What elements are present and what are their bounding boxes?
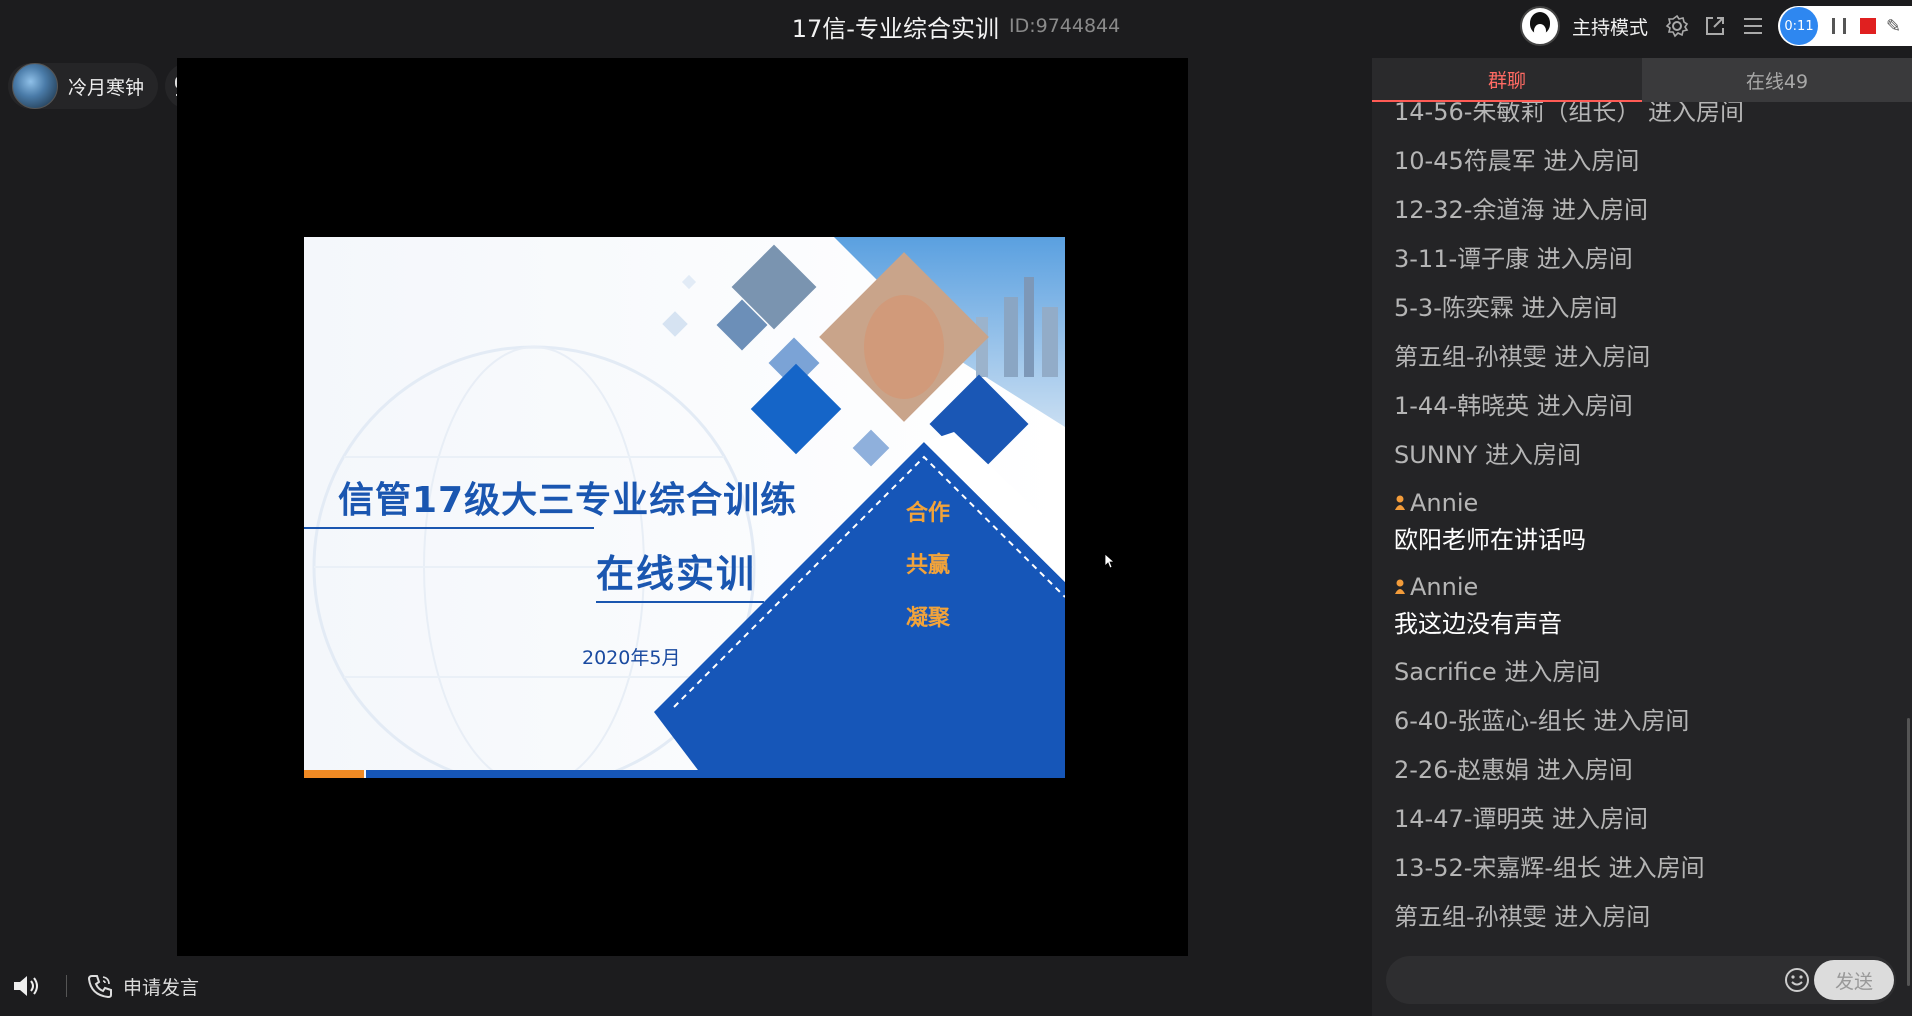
slide-title: 信管17级大三专业综合训练 xyxy=(338,480,798,521)
chat-sender: Annie xyxy=(1394,568,1744,606)
chat-message: 我这边没有声音 xyxy=(1394,610,1562,638)
tab-group-chat[interactable]: 群聊 xyxy=(1372,58,1642,102)
host-mode-label[interactable]: 主持模式 xyxy=(1572,13,1648,40)
title-underline xyxy=(304,527,594,529)
send-button[interactable]: 发送 xyxy=(1814,960,1894,1000)
scrollbar[interactable] xyxy=(1907,718,1910,986)
list-item: 5-3-陈奕霖 进入房间 xyxy=(1394,294,1618,322)
panel-tabs: 群聊 在线49 xyxy=(1372,58,1912,102)
record-timer: 0:11 xyxy=(1780,7,1818,45)
speaker-chip[interactable]: 冷月寒钟 xyxy=(8,63,159,109)
mouse-cursor-icon xyxy=(1105,554,1115,568)
divider xyxy=(66,975,67,997)
list-item: 14-47-谭明英 进入房间 xyxy=(1394,805,1649,833)
list-item: 2-26-赵惠娟 进入房间 xyxy=(1394,756,1633,784)
message-list[interactable]: 14-56-朱敏莉（组长） 进入房间 10-45符晨军 进入房间 12-32-余… xyxy=(1372,102,1912,982)
chat-input-row: 发送 xyxy=(1386,956,1896,1006)
chat-sender: Annie xyxy=(1394,484,1744,522)
subtitle-underline xyxy=(596,601,764,603)
recording-widget: 0:11 ✎ xyxy=(1778,6,1912,46)
volume-icon[interactable] xyxy=(12,972,42,1000)
chat-sender-name: Annie xyxy=(1410,573,1479,601)
top-right-controls: 主持模式 0:11 ✎ xyxy=(1519,0,1912,52)
user-badge-icon xyxy=(1395,579,1405,594)
list-item: 第五组-孙祺雯 进入房间 xyxy=(1394,343,1651,371)
list-item: 1-44-韩晓英 进入房间 xyxy=(1394,392,1633,420)
list-item: SUNNY 进入房间 xyxy=(1394,441,1581,469)
apply-speak-button[interactable]: 申请发言 xyxy=(123,973,199,1000)
list-item: 3-11-谭子康 进入房间 xyxy=(1394,245,1633,273)
presentation-slide: 信管17级大三专业综合训练 在线实训 2020年5月 合作 共赢 凝聚 xyxy=(304,237,1065,778)
room-title: 17信-专业综合实训 xyxy=(791,14,999,43)
list-item: 10-45符晨军 进入房间 xyxy=(1394,147,1640,175)
tab-online[interactable]: 在线49 xyxy=(1642,58,1912,102)
stop-icon[interactable] xyxy=(1860,18,1876,34)
settings-icon[interactable] xyxy=(1664,13,1690,39)
slide-keyword: 凝聚 xyxy=(906,606,951,631)
list-item: 13-52-宋嘉辉-组长 进入房间 xyxy=(1394,854,1705,882)
chat-sender-name: Annie xyxy=(1410,489,1479,517)
top-bar: 17信-专业综合实训 ID:9744844 主持模式 0:11 ✎ xyxy=(0,0,1912,52)
phone-icon[interactable] xyxy=(87,973,113,999)
slide-keyword: 合作 xyxy=(906,501,951,526)
user-badge-icon xyxy=(1395,495,1405,510)
avatar xyxy=(12,63,58,109)
emoji-icon[interactable] xyxy=(1784,967,1810,993)
pause-icon[interactable] xyxy=(1832,18,1846,34)
list-item: 12-32-余道海 进入房间 xyxy=(1394,196,1649,224)
list-item: 6-40-张蓝心-组长 进入房间 xyxy=(1394,707,1690,735)
chat-input[interactable] xyxy=(1386,956,1778,1006)
chat-message: 欧阳老师在讲话吗 xyxy=(1394,526,1586,554)
bottom-bar: 申请发言 xyxy=(0,956,1372,1016)
list-item: 14-56-朱敏莉（组长） 进入房间 xyxy=(1394,102,1745,126)
speaker-name: 冷月寒钟 xyxy=(68,76,145,99)
list-item: Sacrifice 进入房间 xyxy=(1394,658,1601,686)
share-icon[interactable] xyxy=(1702,13,1728,39)
pen-icon[interactable]: ✎ xyxy=(1886,16,1901,37)
slide-subtitle: 在线实训 xyxy=(596,552,757,596)
slide-date: 2020年5月 xyxy=(582,647,681,669)
list-item: 第五组-孙祺雯 进入房间 xyxy=(1394,903,1651,931)
room-id: ID:9744844 xyxy=(1008,15,1121,37)
menu-icon[interactable] xyxy=(1740,13,1766,39)
slide-keyword: 共赢 xyxy=(906,553,951,578)
host-avatar[interactable] xyxy=(1519,6,1560,46)
chat-panel: 群聊 在线49 14-56-朱敏莉（组长） 进入房间 10-45符晨军 进入房间… xyxy=(1372,58,1912,1016)
